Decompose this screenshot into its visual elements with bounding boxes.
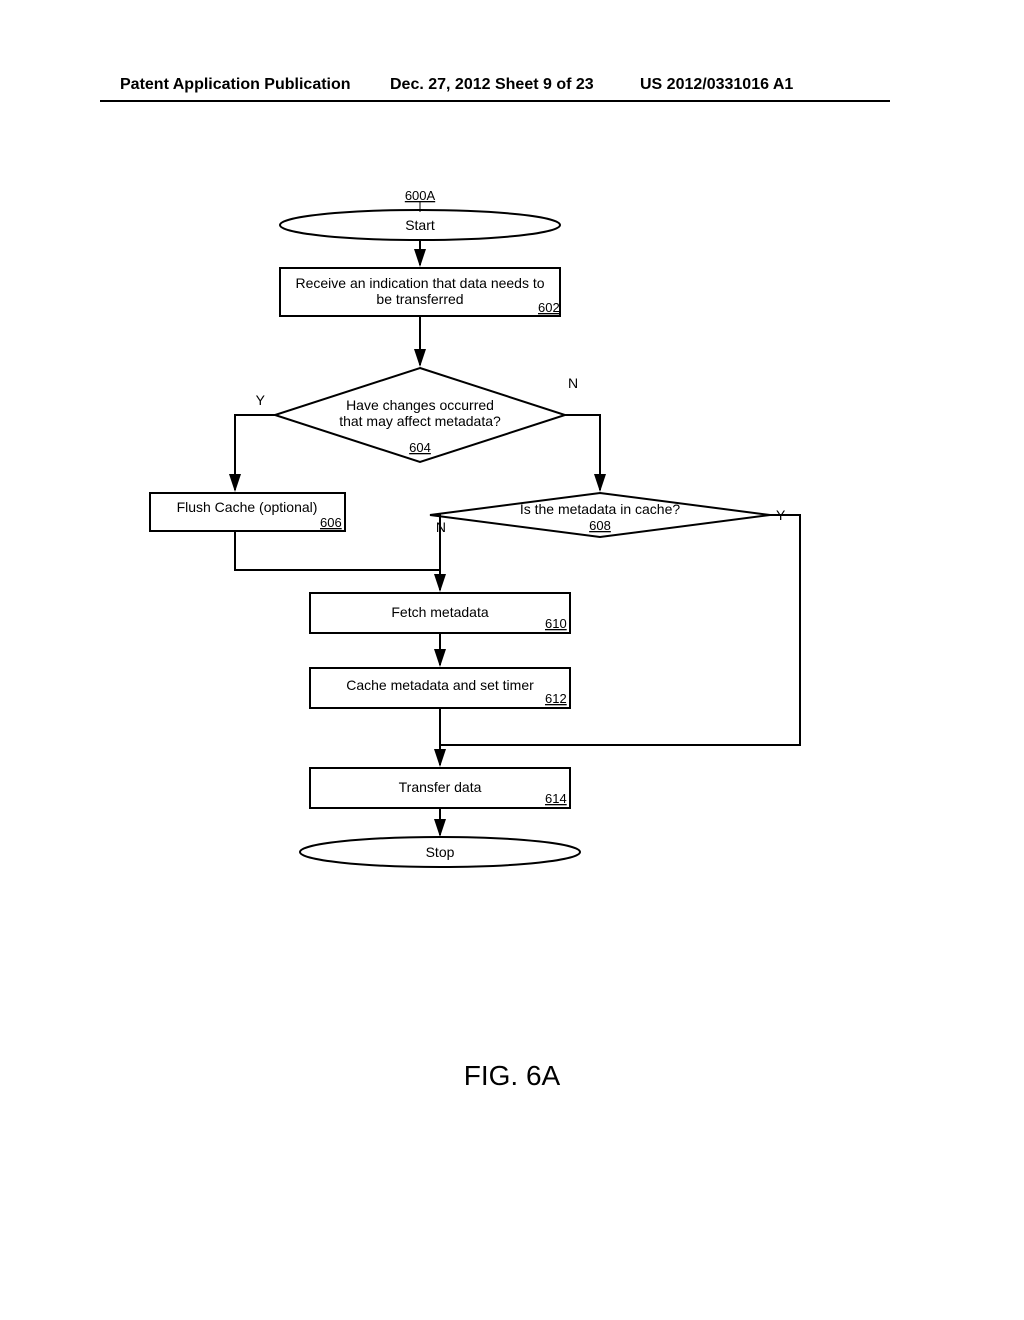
chart-reference: 600A (405, 190, 436, 203)
cache-text: Cache metadata and set timer (346, 677, 534, 693)
decision2-ref: 608 (589, 518, 611, 533)
receive-line1: Receive an indication that data needs to (295, 275, 544, 291)
decision1-no: N (568, 375, 578, 391)
flush-ref: 606 (320, 515, 342, 530)
flowchart: 600A Start Receive an indication that da… (120, 190, 904, 980)
stop-label: Stop (426, 844, 455, 860)
flush-text: Flush Cache (optional) (177, 499, 318, 515)
receive-ref: 602 (538, 300, 560, 315)
header-date-sheet: Dec. 27, 2012 Sheet 9 of 23 (390, 76, 594, 94)
figure-caption: FIG. 6A (0, 1060, 1024, 1092)
start-label: Start (405, 217, 435, 233)
fetch-text: Fetch metadata (391, 604, 488, 620)
decision2-text: Is the metadata in cache? (520, 501, 681, 517)
transfer-ref: 614 (545, 791, 567, 806)
decision1-yes: Y (256, 392, 266, 408)
fetch-ref: 610 (545, 616, 567, 631)
decision1-ref: 604 (409, 440, 431, 455)
header-pub-number: US 2012/0331016 A1 (640, 76, 793, 94)
transfer-text: Transfer data (399, 779, 482, 795)
receive-line2: be transferred (376, 291, 463, 307)
decision1-line2: that may affect metadata? (339, 413, 501, 429)
cache-ref: 612 (545, 691, 567, 706)
decision1-line1: Have changes occurred (346, 397, 494, 413)
header-rule (100, 100, 890, 102)
header-publication: Patent Application Publication (120, 76, 351, 94)
